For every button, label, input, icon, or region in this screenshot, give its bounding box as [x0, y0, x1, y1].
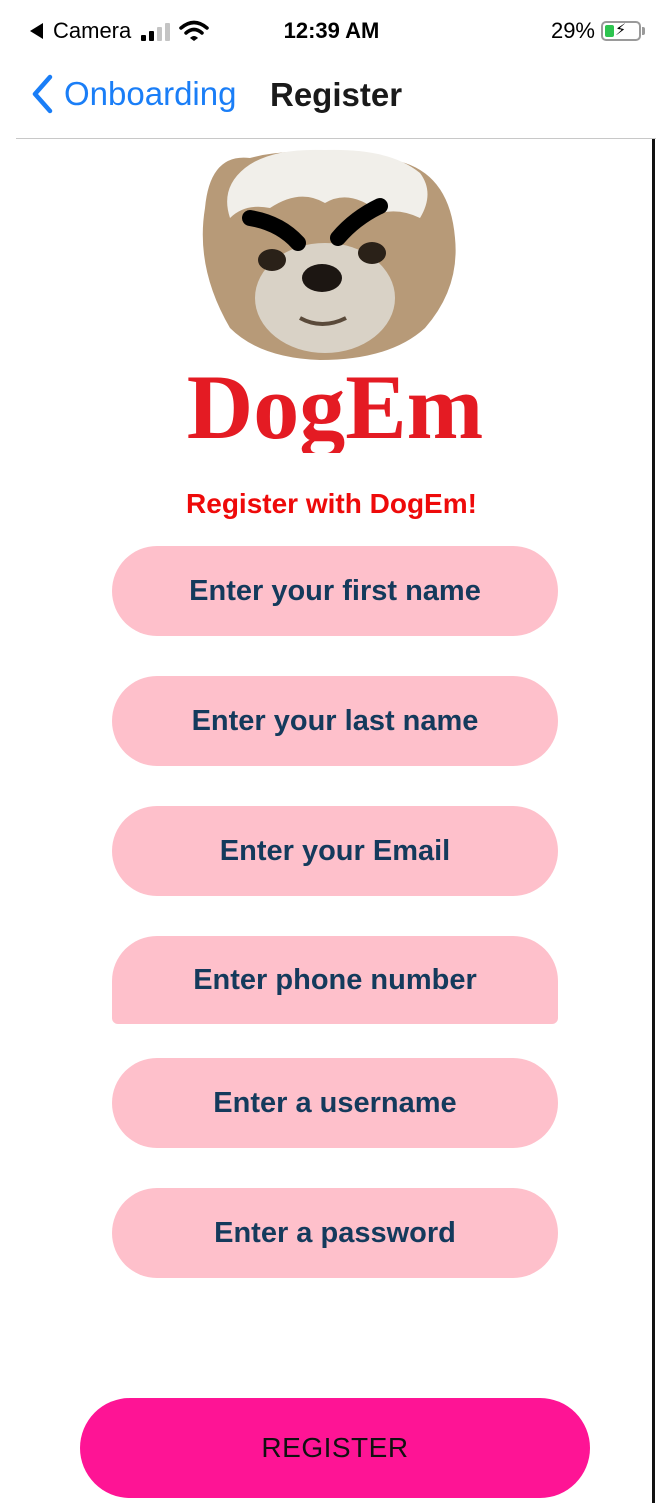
- email-field[interactable]: Enter your Email: [112, 806, 558, 896]
- screen-edge-line: [652, 139, 655, 1503]
- dog-face-illustration: [202, 149, 456, 360]
- battery-icon: ⚡: [601, 21, 641, 41]
- password-field[interactable]: Enter a password: [112, 1188, 558, 1278]
- status-bar: Camera 12:39 AM 29% ⚡: [0, 0, 663, 64]
- register-heading: Register with DogEm!: [186, 488, 477, 519]
- password-placeholder: Enter a password: [214, 1216, 456, 1249]
- register-button-label: REGISTER: [261, 1432, 409, 1463]
- battery-percent: 29%: [550, 18, 595, 43]
- charging-bolt-icon: ⚡: [615, 22, 627, 39]
- phone-number-placeholder: Enter phone number: [193, 963, 477, 996]
- navigation-bar: Onboarding Register: [0, 64, 663, 138]
- chevron-left-icon: [32, 74, 53, 114]
- username-placeholder: Enter a username: [213, 1086, 457, 1119]
- last-name-field[interactable]: Enter your last name: [112, 676, 558, 766]
- last-name-placeholder: Enter your last name: [191, 704, 479, 737]
- back-button[interactable]: Onboarding: [30, 74, 236, 114]
- first-name-placeholder: Enter your first name: [189, 574, 481, 607]
- dogem-logo: DogEm: [187, 149, 483, 453]
- page-title: Register: [270, 76, 403, 113]
- logo-wordmark: DogEm: [187, 356, 483, 453]
- email-placeholder: Enter your Email: [219, 834, 451, 867]
- nav-divider: [16, 138, 656, 139]
- back-button-label: Onboarding: [64, 75, 237, 112]
- phone-number-field[interactable]: Enter phone number: [112, 936, 558, 1024]
- status-battery: 29% ⚡: [551, 18, 645, 44]
- username-field[interactable]: Enter a username: [112, 1058, 558, 1148]
- battery-fill: [605, 25, 614, 37]
- register-button[interactable]: REGISTER: [80, 1398, 590, 1498]
- battery-cap: [642, 27, 645, 35]
- first-name-field[interactable]: Enter your first name: [112, 546, 558, 636]
